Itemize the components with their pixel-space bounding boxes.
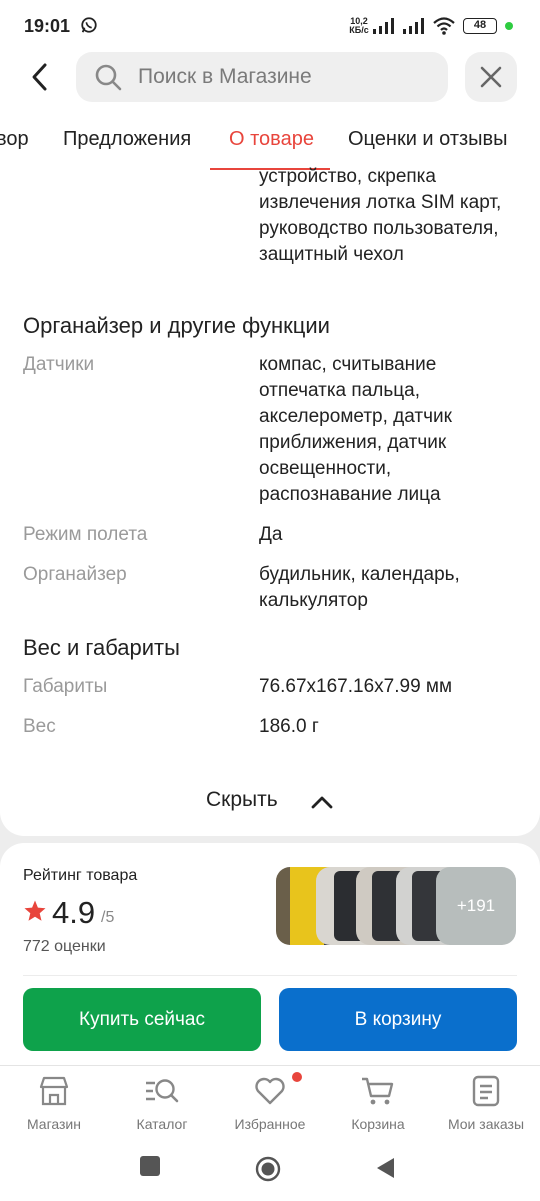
whatsapp-icon [81,17,97,33]
back-arrow-icon[interactable] [26,62,56,92]
search-placeholder: Поиск в Магазине [138,65,312,88]
rating-panel: Рейтинг товара 4.9 /5 772 оценки +191 Ку… [0,843,540,1065]
flight-mode-value: Да [259,524,283,545]
rating-score: 4.9 [52,895,96,930]
nav-item-orders[interactable]: Мои заказы [432,1074,540,1144]
weight-label: Вес [23,716,56,737]
signal-icon [373,18,394,34]
tab-reviews[interactable]: Оценки и отзывы [348,128,508,151]
recent-apps-button[interactable] [140,1156,160,1176]
tab-overview[interactable]: вор [0,128,29,151]
hide-button[interactable]: Скрыть [206,788,278,812]
buy-now-button[interactable]: Купить сейчас [23,988,261,1051]
close-icon [480,66,502,88]
sensors-value: компас, считывание отпечатка пальца, акс… [259,354,452,505]
section-weight-title: Вес и габариты [23,635,180,660]
rating-max: /5 [101,909,115,926]
header: Поиск в Магазине вор Предложения О товар… [0,52,540,171]
nav-label: Корзина [351,1116,405,1132]
search-icon [95,64,122,91]
store-icon [39,1076,69,1106]
specs-card: устройство, скрепка извлечения лотка SIM… [0,166,540,836]
nav-label: Магазин [26,1116,81,1132]
orders-icon [472,1075,500,1107]
star-icon [24,900,46,921]
nav-item-cart[interactable]: Корзина [324,1074,432,1144]
status-dot [505,22,513,30]
status-time: 19:01 [24,16,71,36]
catalog-search-icon [146,1079,179,1103]
bottom-nav: Магазин Каталог Избранное Корзина Мои за… [0,1065,540,1201]
add-to-cart-button[interactable]: В корзину [279,988,517,1051]
status-bar: 19:01 10,2 КБ/с 48 [0,0,540,52]
wifi-icon [433,17,455,35]
home-button[interactable] [255,1156,281,1182]
search-input[interactable]: Поиск в Магазине [76,52,448,102]
divider [23,975,517,976]
flight-mode-label: Режим полета [23,524,148,545]
tab-offers[interactable]: Предложения [63,128,191,151]
notification-dot [292,1072,302,1082]
cart-icon [362,1077,394,1105]
nav-label: Избранное [234,1116,306,1132]
rating-title: Рейтинг товара [23,867,138,884]
dimensions-value: 76.67x167.16x7.99 мм [259,676,453,697]
rating-count[interactable]: 772 оценки [23,938,106,956]
close-button[interactable] [465,52,517,102]
section-organizer-title: Органайзер и другие функции [23,313,330,338]
chevron-up-icon[interactable] [310,790,334,814]
tab-about[interactable]: О товаре [229,128,314,151]
nav-item-catalog[interactable]: Каталог [108,1074,216,1144]
nav-item-favorites[interactable]: Избранное [216,1074,324,1144]
nav-label: Каталог [136,1116,188,1132]
net-speed: 10,2 КБ/с [349,16,369,35]
package-value: устройство, скрепка извлечения лотка SIM… [259,166,502,265]
system-back-button[interactable] [374,1156,396,1180]
organizer-value: будильник, календарь, калькулятор [259,564,460,611]
dimensions-label: Габариты [23,676,108,697]
signal-icon-2 [403,18,424,34]
sensors-label: Датчики [23,354,95,375]
nav-item-store[interactable]: Магазин [0,1074,108,1144]
battery-indicator: 48 [463,18,497,34]
weight-value: 186.0 г [259,716,319,737]
organizer-label: Органайзер [23,564,127,585]
more-photos-button[interactable]: +191 [436,867,516,945]
nav-label: Мои заказы [447,1116,525,1132]
heart-icon [255,1077,285,1105]
